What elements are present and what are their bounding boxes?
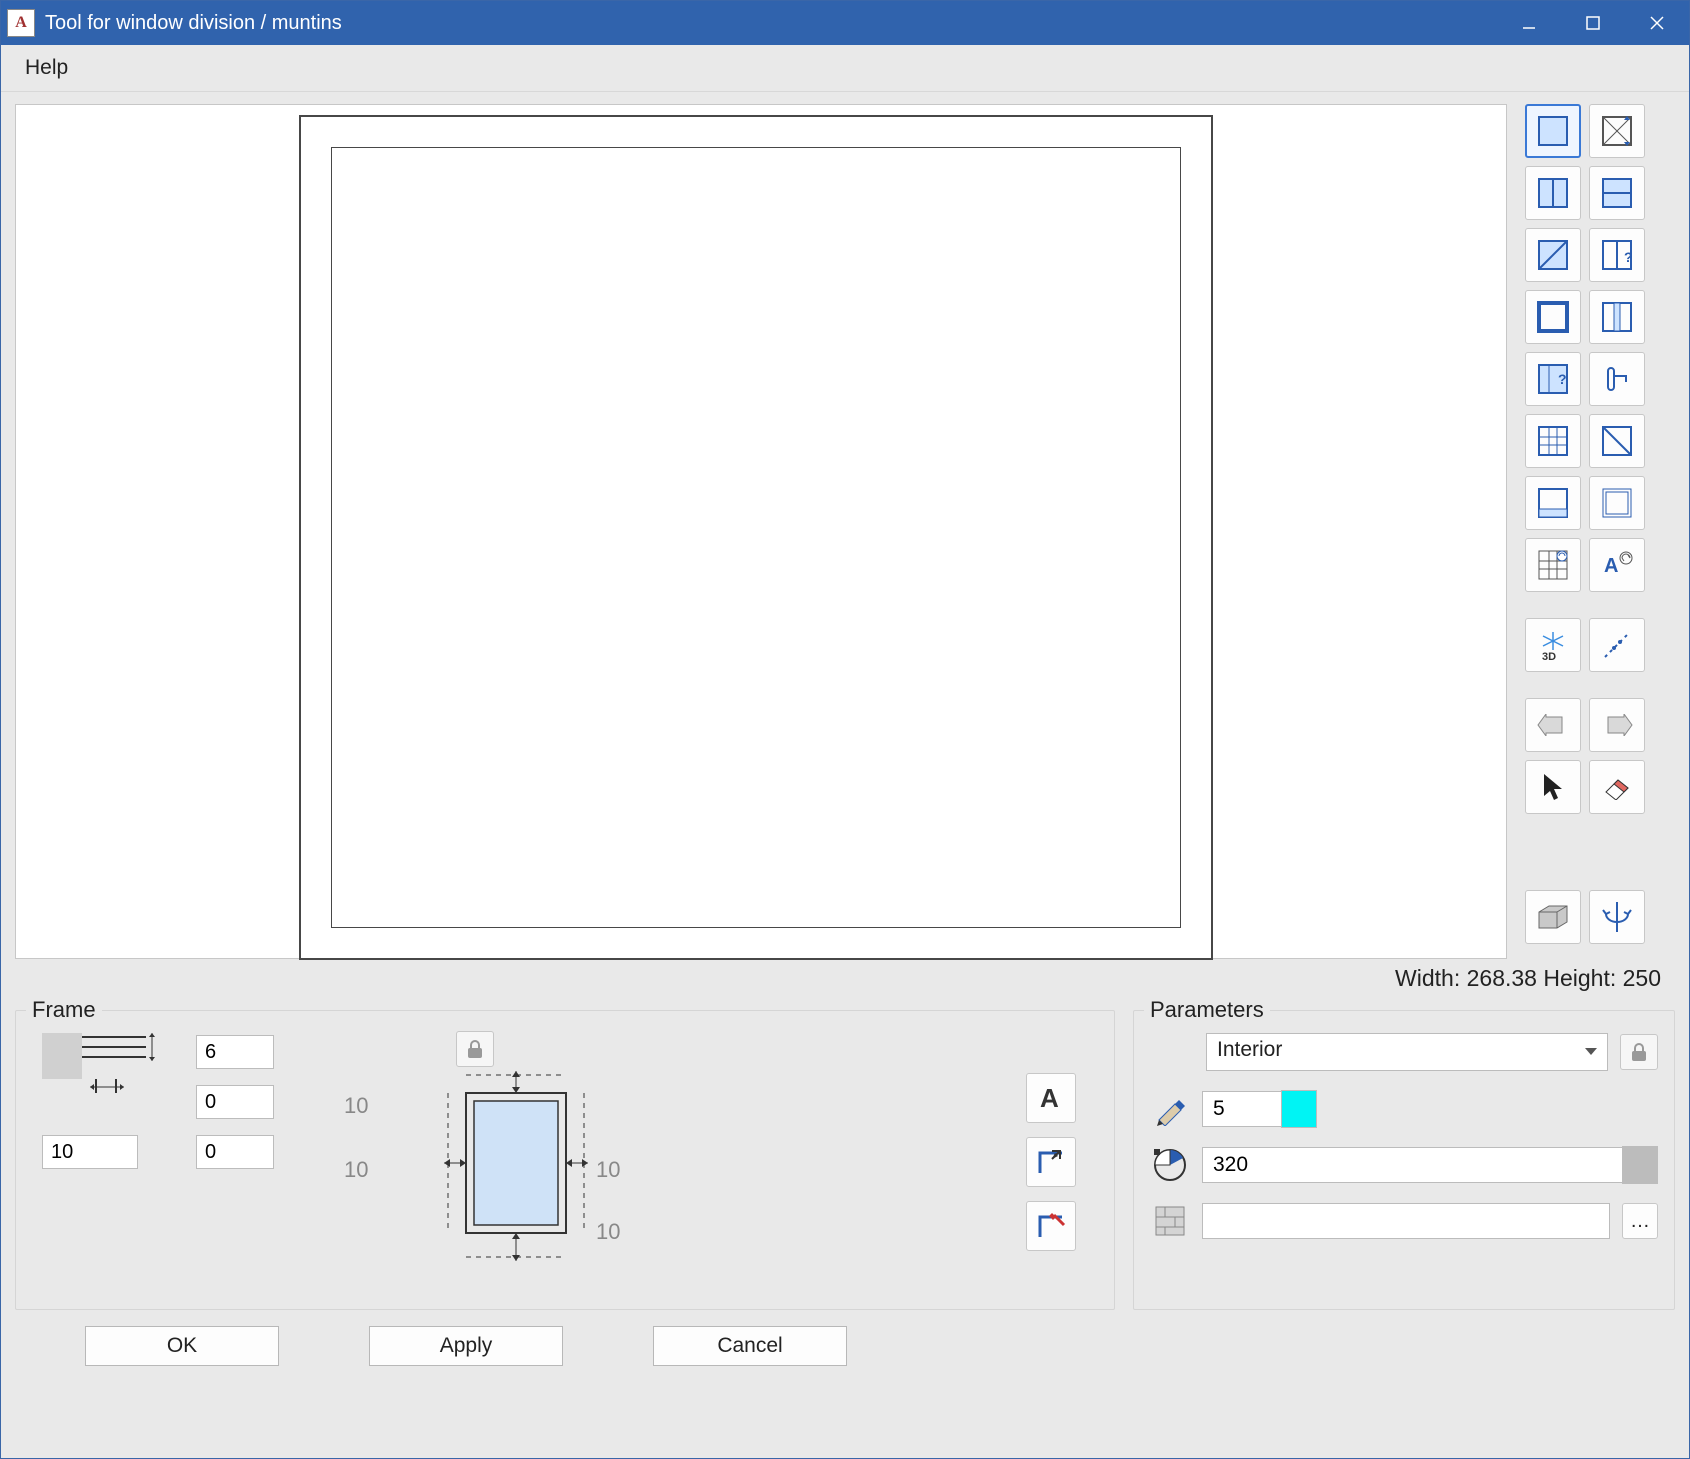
texture-icon [1150,1201,1190,1241]
menu-help[interactable]: Help [17,52,76,84]
tool-bottom-bar[interactable] [1525,476,1581,530]
tool-swap-pane[interactable] [1589,104,1645,158]
status-height-label: Height: [1543,965,1616,991]
corner-edit-icon [1034,1209,1068,1243]
angle-icon [1150,1145,1190,1185]
margin-bottom-label: 10 [596,1219,620,1245]
angle-input[interactable] [1202,1147,1623,1183]
status-height-value: 250 [1623,965,1661,991]
menubar: Help [1,45,1689,92]
tool-3d-snow[interactable]: 3D [1525,618,1581,672]
footer-buttons: OK Apply Cancel [15,1310,1675,1384]
tool-pointer[interactable] [1525,760,1581,814]
tool-query-split[interactable]: ? [1589,228,1645,282]
tool-mirror[interactable] [1589,890,1645,944]
frame-dimension-icon [42,1033,158,1093]
svg-text:A: A [1604,555,1618,577]
nav-prev[interactable] [1525,698,1581,752]
titlebar: A Tool for window division / muntins [1,1,1689,45]
tool-eraser[interactable] [1589,760,1645,814]
preview-frame-outer [299,115,1213,960]
status-width-value: 268.38 [1467,965,1537,991]
frame-input-left[interactable] [42,1135,138,1169]
ok-button[interactable]: OK [85,1326,279,1366]
window-title: Tool for window division / muntins [45,12,1497,35]
status-dimensions: Width: 268.38 Height: 250 [15,959,1675,1000]
preview-canvas[interactable] [15,104,1507,959]
frame-group: Frame [15,1010,1115,1310]
lock-icon [466,1039,484,1059]
tool-grid-swap[interactable] [1525,538,1581,592]
tool-palette: ? ? [1525,104,1675,959]
margin-top-label: 10 [344,1093,368,1119]
tool-dotted-line[interactable] [1589,618,1645,672]
tool-thin-frame[interactable] [1589,476,1645,530]
panels-row: Frame [15,1000,1675,1310]
parameters-group: Parameters Interior [1133,1010,1675,1310]
frame-input-bottom[interactable] [196,1135,274,1169]
tool-split-vertical[interactable] [1525,166,1581,220]
content-area: ? ? [1,92,1689,1458]
tool-diagonal-pane[interactable] [1525,228,1581,282]
thickness-color-swatch[interactable] [1281,1090,1317,1128]
svg-text:A: A [1040,1083,1059,1113]
apply-button[interactable]: Apply [369,1326,563,1366]
tool-frame-outer[interactable] [1525,290,1581,344]
nav-next[interactable] [1589,698,1645,752]
texture-browse-button[interactable]: … [1622,1203,1658,1239]
upper-row: ? ? [15,104,1675,959]
text-a-icon: A [1036,1083,1066,1113]
parameters-title: Parameters [1144,997,1270,1023]
cancel-button[interactable]: Cancel [653,1326,847,1366]
svg-text:?: ? [1558,371,1567,387]
minimize-button[interactable] [1497,1,1561,45]
lock-icon [1630,1042,1648,1062]
corner-in-button[interactable] [1026,1137,1076,1187]
label-toggle-button[interactable]: A [1026,1073,1076,1123]
frame-center-diagram [436,1065,596,1275]
pencil-icon [1150,1089,1190,1129]
tool-frame-center[interactable] [1589,290,1645,344]
tool-split-horizontal[interactable] [1589,166,1645,220]
thickness-input[interactable] [1202,1091,1282,1127]
app-icon: A [7,9,35,37]
parameters-lock-button[interactable] [1620,1034,1658,1070]
maximize-button[interactable] [1561,1,1625,45]
margin-right-label: 10 [596,1157,620,1183]
tool-grid[interactable] [1525,414,1581,468]
tool-frame-query[interactable]: ? [1525,352,1581,406]
svg-text:3D: 3D [1542,651,1556,662]
margin-left-label: 10 [344,1157,368,1183]
tool-3d-box[interactable] [1525,890,1581,944]
frame-title: Frame [26,997,102,1023]
tool-text-swap[interactable]: A [1589,538,1645,592]
corner-in-icon [1034,1145,1068,1179]
tool-handle[interactable] [1589,352,1645,406]
corner-edit-button[interactable] [1026,1201,1076,1251]
status-width-label: Width: [1395,965,1460,991]
app-window: A Tool for window division / muntins Hel… [0,0,1690,1459]
tool-single-pane[interactable] [1525,104,1581,158]
svg-text:?: ? [1624,249,1633,265]
preview-frame-inner [331,147,1181,928]
frame-input-top[interactable] [196,1035,274,1069]
parameters-select[interactable]: Interior [1206,1033,1608,1071]
close-button[interactable] [1625,1,1689,45]
frame-input-mid[interactable] [196,1085,274,1119]
parameters-select-value: Interior [1217,1038,1282,1061]
tool-diagonal[interactable] [1589,414,1645,468]
angle-color-swatch[interactable] [1622,1146,1658,1184]
frame-lock-button[interactable] [456,1031,494,1067]
texture-input[interactable] [1202,1203,1610,1239]
